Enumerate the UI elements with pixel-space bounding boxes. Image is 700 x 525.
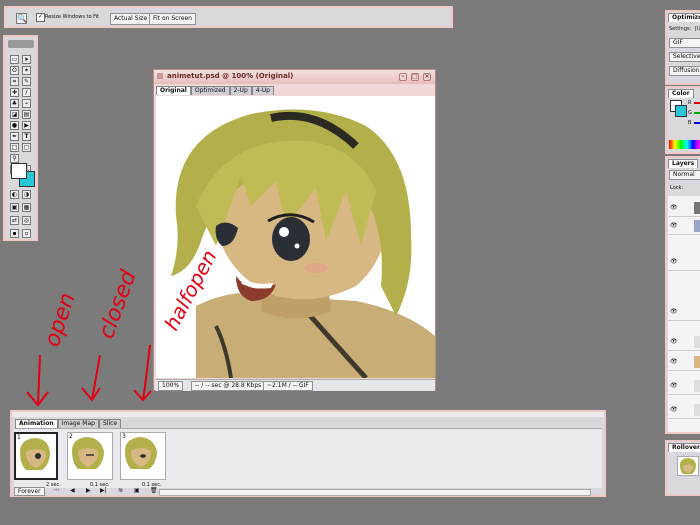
layer-row[interactable]: 👁 bbox=[668, 200, 700, 217]
rollover-thumbnail-image bbox=[680, 458, 696, 474]
rollover-thumbnail[interactable] bbox=[677, 456, 699, 476]
frame-thumbnail-1 bbox=[20, 438, 50, 470]
play-icon[interactable]: ▶ bbox=[86, 487, 91, 494]
layer-row[interactable]: 👁 bbox=[668, 402, 700, 419]
delete-frame-icon[interactable]: 🗑 bbox=[150, 487, 158, 494]
channel-r-label: R bbox=[688, 100, 692, 106]
frame-number: 1 bbox=[17, 434, 21, 441]
animation-frame-3[interactable]: 3 bbox=[120, 432, 166, 480]
optimize-panel: Optimize Settings: [U GIF Selective Diff… bbox=[665, 10, 700, 85]
tab-animation[interactable]: Animation bbox=[15, 419, 58, 428]
channel-g-slider[interactable] bbox=[694, 112, 700, 114]
layer-thumbnail bbox=[694, 356, 700, 368]
color-spectrum-bar[interactable] bbox=[669, 140, 700, 149]
palette-scrollbar[interactable] bbox=[159, 489, 591, 496]
channel-b-label: B bbox=[688, 120, 692, 126]
blend-mode-select[interactable]: Normal bbox=[669, 170, 700, 180]
settings-label: Settings: bbox=[669, 26, 692, 32]
layer-thumbnail bbox=[694, 380, 700, 392]
layer-thumbnail bbox=[694, 220, 700, 232]
dither-select[interactable]: Diffusion bbox=[669, 66, 700, 76]
eye-icon[interactable]: 👁 bbox=[670, 222, 678, 229]
loop-select[interactable]: Forever bbox=[14, 487, 45, 496]
layer-row[interactable]: 👁 bbox=[668, 378, 700, 395]
previous-frame-icon[interactable]: ◀ bbox=[70, 487, 75, 494]
layer-row[interactable]: 👁 bbox=[668, 334, 700, 351]
tween-icon[interactable]: ≋ bbox=[118, 487, 123, 494]
eye-icon[interactable]: 👁 bbox=[670, 406, 678, 413]
animation-palette: Animation Image Map Slice 1 2 sec. 2 0.1 s… bbox=[10, 410, 606, 497]
layer-row[interactable]: 👁 bbox=[668, 218, 700, 235]
frame-thumbnail-3 bbox=[125, 437, 157, 469]
layer-row[interactable]: 👁 bbox=[668, 354, 700, 371]
reduction-select[interactable]: Selective bbox=[669, 52, 700, 62]
tab-image-map[interactable]: Image Map bbox=[57, 419, 99, 428]
annotation-open-text: open bbox=[40, 290, 81, 350]
layers-panel: Layers Normal Lock: 👁 👁 👁 👁 👁 👁 👁 👁 bbox=[665, 156, 700, 434]
tab-slice[interactable]: Slice bbox=[98, 419, 122, 428]
animation-frame-1[interactable]: 1 bbox=[14, 432, 58, 480]
eye-icon[interactable]: 👁 bbox=[670, 358, 678, 365]
annotation-closed-text: closed bbox=[94, 266, 142, 342]
channel-b-slider[interactable] bbox=[694, 122, 700, 124]
color-panel: Color R G B bbox=[665, 86, 700, 154]
eye-icon[interactable]: 👁 bbox=[670, 338, 678, 345]
annotation-arrows bbox=[26, 344, 152, 407]
eye-icon[interactable]: 👁 bbox=[670, 308, 678, 315]
format-select[interactable]: GIF bbox=[669, 38, 700, 48]
eye-icon[interactable]: 👁 bbox=[670, 204, 678, 211]
tab-rollovers[interactable]: Rollovers bbox=[668, 443, 700, 452]
animation-palette-tabs: Animation Image Map Slice bbox=[15, 419, 122, 428]
frame-number: 2 bbox=[69, 433, 73, 440]
foreground-color-swatch[interactable] bbox=[11, 163, 27, 179]
duplicate-frame-icon[interactable]: ▣ bbox=[134, 487, 140, 494]
eye-icon[interactable]: 👁 bbox=[670, 382, 678, 389]
settings-value[interactable]: [U bbox=[695, 26, 700, 32]
frames-area: 1 2 sec. 2 0.1 sec. 3 0.1 sec. bbox=[14, 428, 602, 488]
animation-palette-titlebar[interactable] bbox=[12, 412, 604, 417]
background-swatch-small[interactable] bbox=[675, 105, 687, 117]
lock-label: Lock: bbox=[670, 185, 684, 191]
next-frame-icon[interactable]: ▶| bbox=[100, 487, 107, 494]
layer-row[interactable]: 👁 bbox=[668, 304, 700, 321]
rollovers-panel: Rollovers bbox=[665, 440, 700, 496]
layers-list: 👁 👁 👁 👁 👁 👁 👁 👁 bbox=[668, 196, 700, 432]
animation-controls: Forever ⏮ ◀ ▶ ▶| ≋ ▣ 🗑 bbox=[14, 487, 602, 496]
layer-thumbnail bbox=[694, 202, 700, 214]
first-frame-icon[interactable]: ⏮ bbox=[54, 487, 59, 495]
channel-g-label: G bbox=[688, 110, 692, 116]
tab-color[interactable]: Color bbox=[668, 89, 694, 98]
frame-thumbnail-2 bbox=[72, 437, 104, 469]
eye-icon[interactable]: 👁 bbox=[670, 258, 678, 265]
tab-optimize[interactable]: Optimize bbox=[668, 13, 700, 22]
frame-number: 3 bbox=[122, 433, 126, 440]
layer-row[interactable]: 👁 bbox=[668, 254, 700, 271]
layer-thumbnail bbox=[694, 404, 700, 416]
channel-r-slider[interactable] bbox=[694, 102, 700, 104]
animation-frame-2[interactable]: 2 bbox=[67, 432, 113, 480]
layer-thumbnail bbox=[694, 336, 700, 348]
tab-layers[interactable]: Layers bbox=[668, 159, 699, 168]
